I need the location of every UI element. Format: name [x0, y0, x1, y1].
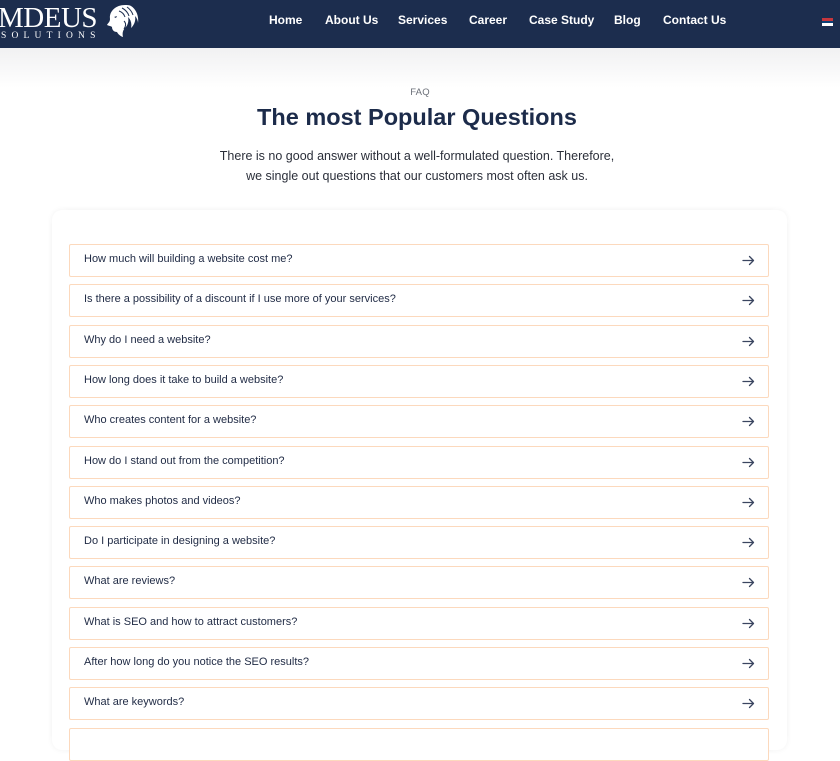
arrow-right-icon	[742, 457, 755, 468]
navbar: MDEUS SOLUTIONS Home About Us Services C…	[0, 0, 840, 48]
section-top-gradient	[0, 48, 840, 88]
faq-item[interactable]: Why do I need a website?	[69, 325, 769, 358]
serbian-flag-icon[interactable]	[822, 18, 833, 27]
nav-home[interactable]: Home	[269, 13, 302, 27]
nav-case-study[interactable]: Case Study	[529, 13, 594, 27]
faq-item[interactable]: How do I stand out from the competition?	[69, 446, 769, 479]
arrow-right-icon	[742, 376, 755, 387]
faq-item[interactable]: What are reviews?	[69, 566, 769, 599]
nav-blog[interactable]: Blog	[614, 13, 641, 27]
faq-question: How long does it take to build a website…	[84, 374, 284, 386]
arrow-right-icon	[742, 698, 755, 709]
faq-item[interactable]: Is there a possibility of a discount if …	[69, 284, 769, 317]
faq-item[interactable]: What are keywords?	[69, 687, 769, 720]
arrow-right-icon	[742, 537, 755, 548]
logo-sub-text: SOLUTIONS	[1, 30, 101, 41]
section-eyebrow: FAQ	[410, 87, 430, 98]
arrow-right-icon	[742, 255, 755, 266]
section-subtitle: There is no good answer without a well-f…	[219, 149, 615, 183]
arrow-right-icon	[742, 497, 755, 508]
faq-question: How do I stand out from the competition?	[84, 455, 285, 467]
faq-question: What is SEO and how to attract customers…	[84, 616, 298, 628]
faq-question: Who makes photos and videos?	[84, 495, 241, 507]
faq-question: After how long do you notice the SEO res…	[84, 656, 310, 668]
logo-main-text: MDEUS	[0, 1, 98, 34]
faq-item[interactable]: How much will building a website cost me…	[69, 244, 769, 277]
faq-item[interactable]: After how long do you notice the SEO res…	[69, 647, 769, 680]
arrow-right-icon	[742, 295, 755, 306]
arrow-right-icon	[742, 618, 755, 629]
arrow-right-icon	[742, 336, 755, 347]
lion-head-icon	[106, 5, 138, 37]
faq-item[interactable]: Who creates content for a website?	[69, 405, 769, 438]
faq-item[interactable]: What is SEO and how to attract customers…	[69, 607, 769, 640]
arrow-right-icon	[742, 577, 755, 588]
faq-question: What are keywords?	[84, 696, 185, 708]
faq-item[interactable]: Who makes photos and videos?	[69, 486, 769, 519]
nav-about-us[interactable]: About Us	[325, 13, 378, 27]
faq-question: Is there a possibility of a discount if …	[84, 293, 396, 305]
faq-question: Do I participate in designing a website?	[84, 535, 276, 547]
section-title: The most Popular Questions	[257, 104, 577, 130]
nav-career[interactable]: Career	[469, 13, 507, 27]
nav-contact-us[interactable]: Contact Us	[663, 13, 726, 27]
arrow-right-icon	[742, 658, 755, 669]
arrow-right-icon	[742, 416, 755, 427]
faq-question: Why do I need a website?	[84, 334, 211, 346]
faq-question: How much will building a website cost me…	[84, 253, 293, 265]
logo-link[interactable]: MDEUS SOLUTIONS	[0, 2, 139, 42]
faq-item[interactable]: How long does it take to build a website…	[69, 365, 769, 398]
faq-question: What are reviews?	[84, 575, 176, 587]
faq-question: Who creates content for a website?	[84, 414, 257, 426]
logo-wordmark: MDEUS SOLUTIONS	[0, 3, 101, 42]
nav-services[interactable]: Services	[398, 13, 447, 27]
faq-item[interactable]: Do I participate in designing a website?	[69, 526, 769, 559]
faq-item[interactable]	[69, 728, 769, 761]
flag-stripe-white	[822, 23, 833, 27]
